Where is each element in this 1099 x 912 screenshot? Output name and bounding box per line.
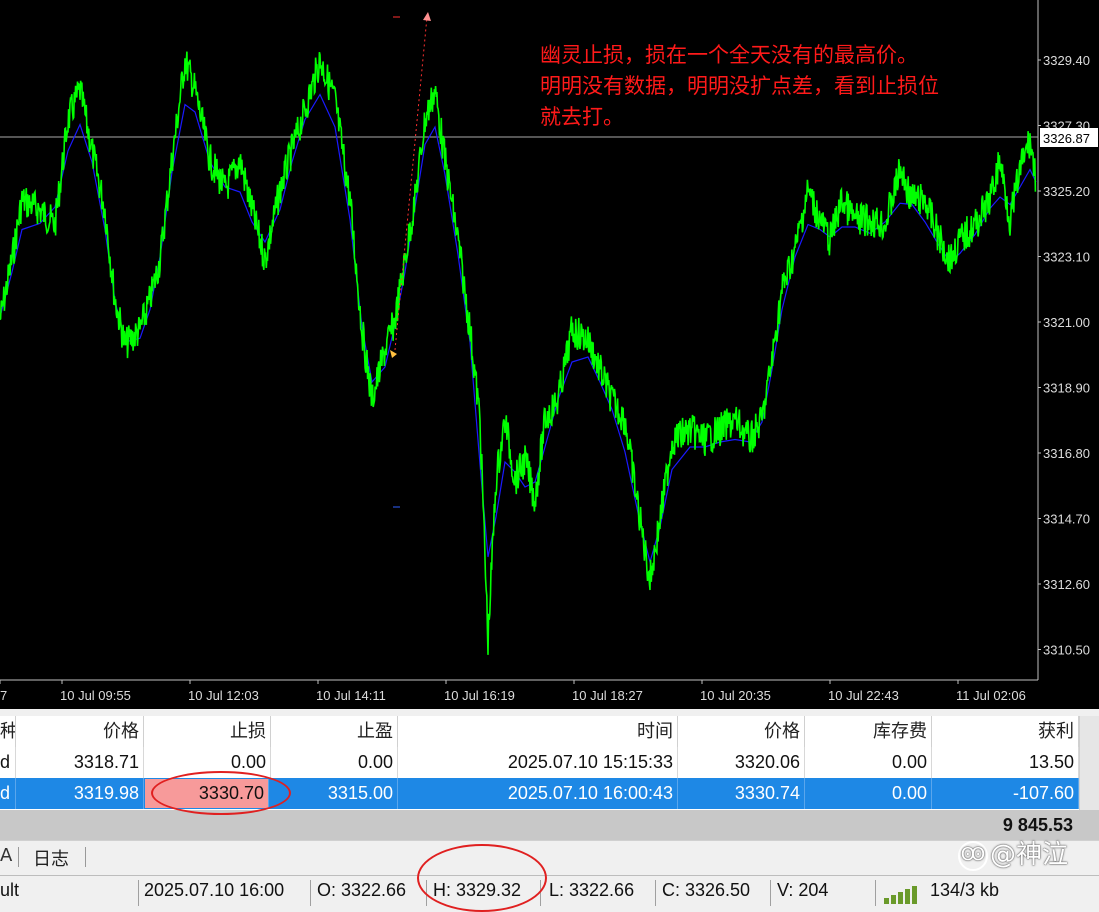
- time-tick-label: 10 Jul 16:19: [444, 688, 515, 703]
- status-separator: [875, 880, 876, 906]
- col-current-price[interactable]: 价格: [678, 716, 805, 747]
- moving-average-line: [0, 93, 1037, 565]
- status-bar: ult 2025.07.10 16:00 O: 3322.66 H: 3329.…: [0, 875, 1099, 907]
- time-tick-label: 10 Jul 22:43: [828, 688, 899, 703]
- annotation-line-1: 幽灵止损，损在一个全天没有的最高价。: [540, 43, 918, 67]
- cell-profit: -107.60: [932, 778, 1079, 809]
- price-series: [0, 51, 1037, 655]
- annotation-line-2: 明明没有数据，明明没扩点差，看到止损位: [540, 74, 939, 98]
- table-scrollbar[interactable]: [1079, 716, 1099, 810]
- status-low: L: 3322.66: [549, 880, 635, 900]
- time-tick-label: 10 Jul 09:55: [60, 688, 131, 703]
- price-tick-label: 3314.70: [1043, 512, 1090, 527]
- status-separator: [770, 880, 771, 906]
- price-tick-label: 3323.10: [1043, 250, 1090, 265]
- trade-line: [394, 16, 428, 351]
- terminal-tabs: A 日志: [0, 840, 1099, 873]
- tab-trade[interactable]: A: [0, 845, 12, 866]
- cell-time: 2025.07.10 16:00:43: [398, 778, 678, 809]
- highlight-circle-high: [417, 844, 547, 912]
- status-time: 2025.07.10 16:00: [144, 880, 285, 900]
- price-tick-label: 3321.00: [1043, 315, 1090, 330]
- col-symbol[interactable]: 种: [0, 716, 16, 747]
- time-tick-label: 10 Jul 18:27: [572, 688, 643, 703]
- watermark: Ꙭ @神泣: [958, 834, 1068, 871]
- cell-take-profit[interactable]: 0.00: [271, 747, 398, 778]
- status-traffic: 134/3 kb: [930, 880, 1000, 900]
- price-tick-label: 3318.90: [1043, 381, 1090, 396]
- cell-current-price: 3320.06: [678, 747, 805, 778]
- entry-arrow-icon: [390, 350, 397, 358]
- time-tick-label: 10 Jul 12:03: [188, 688, 259, 703]
- col-time[interactable]: 时间: [398, 716, 678, 747]
- zhihu-logo-icon: Ꙭ: [958, 840, 988, 871]
- col-take-profit[interactable]: 止盈: [271, 716, 398, 747]
- cell-current-price: 3330.74: [678, 778, 805, 809]
- tab-divider: [18, 847, 19, 867]
- tab-divider: [85, 847, 86, 867]
- cell-symbol: d: [0, 778, 16, 809]
- price-tick-label: 3310.50: [1043, 643, 1090, 658]
- status-separator: [310, 880, 311, 906]
- tab-journal[interactable]: 日志: [33, 845, 69, 871]
- status-volume: V: 204: [777, 880, 829, 900]
- price-tick-label: 3312.60: [1043, 577, 1090, 592]
- current-price-label: 3326.87: [1043, 131, 1090, 146]
- time-tick-label: 11 Jul 02:06: [956, 688, 1026, 703]
- status-open: O: 3322.66: [317, 880, 407, 900]
- price-tick-label: 3316.80: [1043, 446, 1090, 461]
- annotation-text: 幽灵止损，损在一个全天没有的最高价。 明明没有数据，明明没扩点差，看到止损位 就…: [540, 40, 939, 133]
- cell-swap: 0.00: [805, 747, 932, 778]
- close-arrow-icon: [423, 12, 431, 21]
- col-swap[interactable]: 库存费: [805, 716, 932, 747]
- table-row[interactable]: d 3318.71 0.00 0.00 2025.07.10 15:15:33 …: [0, 747, 1099, 778]
- col-profit[interactable]: 获利: [932, 716, 1079, 747]
- status-profile: ult: [0, 880, 20, 900]
- balance-row: 9 845.53: [0, 810, 1099, 840]
- col-stop-loss[interactable]: 止损: [144, 716, 271, 747]
- col-price[interactable]: 价格: [16, 716, 144, 747]
- time-axis: 7 10 Jul 09:55 10 Jul 12:03 10 Jul 14:11 10 …: [0, 680, 1026, 703]
- price-line: [0, 51, 1037, 655]
- status-separator: [655, 880, 656, 906]
- price-chart[interactable]: 3329.40 3327.30 3325.20 3323.10 3321.00 3318.…: [0, 0, 1099, 709]
- highlight-circle-stop-loss: [151, 771, 291, 815]
- cell-price: 3318.71: [16, 747, 144, 778]
- status-separator: [138, 880, 139, 906]
- cell-price: 3319.98: [16, 778, 144, 809]
- price-tick-label: 3329.40: [1043, 53, 1090, 68]
- cell-swap: 0.00: [805, 778, 932, 809]
- time-tick-label: 10 Jul 14:11: [316, 688, 386, 703]
- cell-symbol: d: [0, 747, 16, 778]
- price-tick-label: 3325.20: [1043, 184, 1090, 199]
- status-close: C: 3326.50: [662, 880, 751, 900]
- cell-profit: 13.50: [932, 747, 1079, 778]
- time-tick-label: 7: [0, 688, 7, 703]
- time-tick-label: 10 Jul 20:35: [700, 688, 771, 703]
- annotation-line-3: 就去打。: [540, 105, 624, 129]
- connection-icon: [884, 884, 924, 904]
- table-header: 种 价格 止损 止盈 时间 价格 库存费 获利: [0, 716, 1099, 748]
- cell-time: 2025.07.10 15:15:33: [398, 747, 678, 778]
